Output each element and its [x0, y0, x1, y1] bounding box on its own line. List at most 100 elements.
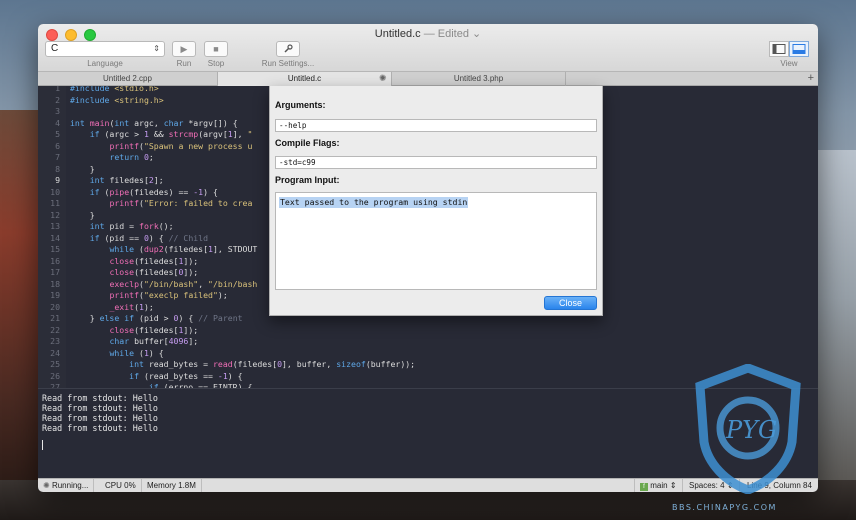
line-number: 5: [55, 129, 60, 139]
code-text: close(filedes[1]);: [109, 324, 199, 335]
branch-label: main: [650, 481, 668, 490]
code-text: while (dup2(filedes[1], STDOUT: [109, 244, 258, 254]
toggle-console-button[interactable]: [789, 41, 809, 57]
title-bar: Untitled.c — Edited ⌄ C ⇕ Language ▶ Run…: [38, 24, 818, 72]
memory-status: Memory 1.8M: [142, 479, 202, 492]
line-number: 16: [50, 255, 60, 266]
code-text: printf("execlp failed");: [109, 290, 228, 300]
stop-button[interactable]: ■: [204, 41, 228, 57]
code-text: }: [70, 209, 95, 220]
line-number: 19: [50, 290, 60, 300]
code-text: int filedes[2];: [89, 175, 164, 185]
run-button[interactable]: ▶: [172, 41, 196, 57]
play-icon: ▶: [180, 44, 188, 54]
code-text: _exit(1);: [109, 301, 154, 312]
line-number: 17: [50, 267, 60, 277]
tab-untitled-2-cpp[interactable]: Untitled 2.cpp: [38, 72, 218, 86]
program-input-label: Program Input:: [275, 175, 340, 185]
line-number: 3: [55, 106, 60, 116]
line-number: 26: [50, 370, 60, 381]
run-label: Run: [176, 59, 192, 68]
line-number: 6: [55, 140, 60, 151]
branch-icon: f: [640, 483, 648, 491]
code-text: #include <stdio.h>: [70, 86, 159, 93]
console-line: Read from stdout: Hello: [42, 393, 158, 403]
line-number: 1: [55, 86, 60, 93]
code-text: int read_bytes = read(filedes[0], buffer…: [129, 359, 416, 369]
tab-untitled-c[interactable]: Untitled.c: [218, 72, 392, 86]
line-number: 11: [50, 198, 60, 208]
title-chevron-icon: ⌄: [472, 28, 482, 40]
toggle-sidebar-button[interactable]: [769, 41, 789, 57]
run-settings-sheet: Arguments: --help Compile Flags: -std=c9…: [269, 86, 603, 316]
code-line: 23 char buffer[4096];: [38, 336, 818, 347]
chevron-updown-icon: ⇕: [669, 481, 677, 490]
branch-selector[interactable]: f main ⇕: [634, 479, 683, 492]
close-button[interactable]: Close: [544, 296, 597, 310]
line-number: 20: [50, 301, 60, 312]
language-select[interactable]: C ⇕: [45, 41, 165, 57]
spinner-icon: ✺: [43, 481, 50, 490]
code-text: while (1) {: [109, 347, 164, 358]
line-number: 23: [50, 336, 60, 346]
line-number: 21: [50, 313, 60, 323]
tab-untitled-3-php[interactable]: Untitled 3.php: [392, 72, 566, 86]
program-input-textarea[interactable]: Text passed to the program using stdin: [275, 192, 597, 290]
code-text: } else if (pid > 0) { // Parent: [70, 313, 243, 323]
code-text: #include <string.h>: [70, 94, 164, 105]
window-title: Untitled.c — Edited ⌄: [38, 27, 818, 40]
pyg-watermark-logo: PYG: [695, 364, 801, 494]
code-text: char buffer[4096];: [109, 336, 199, 346]
arguments-field[interactable]: --help: [275, 119, 597, 132]
code-text: execlp("/bin/bash", "/bin/bash: [109, 278, 258, 289]
program-input-text: Text passed to the program using stdin: [279, 197, 469, 208]
console-line: Read from stdout: Hello: [42, 403, 158, 413]
wrench-icon: [284, 44, 293, 53]
line-number: 14: [50, 232, 60, 243]
console-cursor: [42, 440, 43, 450]
code-text: }: [70, 163, 95, 174]
run-settings-label: Run Settings...: [261, 59, 315, 68]
code-line: 24 while (1) {: [38, 348, 818, 359]
line-number: 22: [50, 324, 60, 335]
code-text: int pid = fork();: [89, 221, 174, 231]
line-number: 15: [50, 244, 60, 254]
code-text: close(filedes[0]);: [109, 267, 199, 277]
running-status: ✺ Running...: [38, 479, 95, 492]
console-pane-icon: [792, 44, 806, 54]
line-number: 7: [55, 152, 60, 162]
code-text: if (argc > 1 && strcmp(argv[1], ": [89, 129, 253, 139]
code-text: close(filedes[1]);: [109, 255, 199, 266]
code-text: if (pipe(filedes) == -1) {: [89, 186, 218, 197]
line-number: 25: [50, 359, 60, 369]
watermark-mark: PYG: [725, 416, 777, 444]
stop-icon: ■: [213, 44, 219, 54]
view-label: View: [780, 59, 798, 68]
watermark-text: BBS.CHINAPYG.COM: [672, 503, 777, 512]
edited-indicator[interactable]: — Edited ⌄: [424, 28, 482, 40]
add-tab-icon[interactable]: +: [808, 72, 814, 85]
line-number: 9: [55, 175, 60, 185]
arguments-label: Arguments:: [275, 100, 326, 110]
tab-label: Untitled 3.php: [453, 74, 504, 83]
run-settings-button[interactable]: [276, 41, 300, 57]
line-number: 2: [55, 94, 60, 105]
code-text: if (pid == 0) { // Child: [89, 232, 209, 243]
window-title-text: Untitled.c: [374, 28, 421, 40]
line-number: 4: [55, 117, 60, 128]
console-line: Read from stdout: Hello: [42, 413, 158, 423]
language-label: Language: [87, 59, 123, 68]
compile-flags-field[interactable]: -std=c99: [275, 156, 597, 169]
code-line: 22 close(filedes[1]);: [38, 325, 818, 336]
line-number: 18: [50, 278, 60, 289]
code-text: return 0;: [109, 152, 154, 162]
console-line: Read from stdout: Hello: [42, 423, 158, 433]
tab-label: Untitled 2.cpp: [103, 74, 152, 83]
line-number: 24: [50, 347, 60, 358]
line-number: 10: [50, 186, 60, 197]
code-text: if (read_bytes == -1) {: [129, 370, 243, 381]
running-label: Running...: [51, 481, 89, 490]
line-number: 12: [50, 209, 60, 220]
cpu-status: CPU 0%: [100, 479, 142, 492]
line-number: 8: [55, 163, 60, 174]
